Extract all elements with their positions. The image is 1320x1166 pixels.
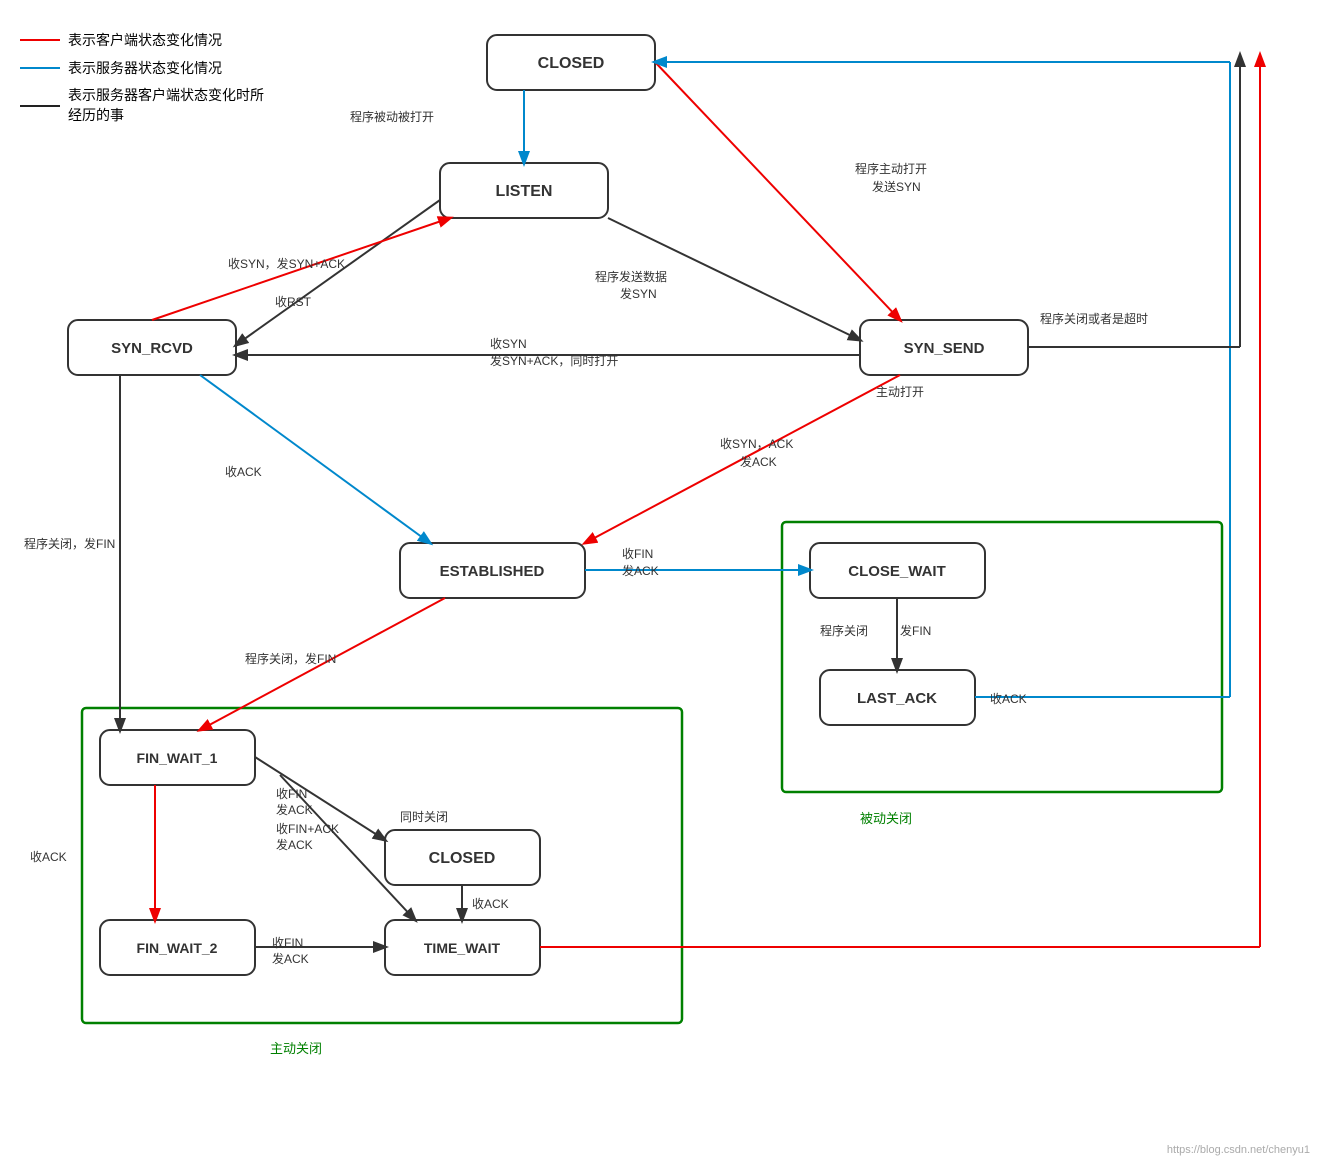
label-active-open: 程序主动打开 xyxy=(855,160,927,177)
label-simul-close: 同时关闭 xyxy=(400,808,448,825)
label-send-ack2: 发ACK xyxy=(622,562,659,579)
label-send-syn: 发送SYN xyxy=(872,178,921,195)
label-fin1-fin: 收FIN xyxy=(276,785,307,802)
label-fin-ack2: 发ACK xyxy=(276,836,313,853)
diagram-container: 表示客户端状态变化情况 表示服务器状态变化情况 表示服务器客户端状态变化时所经历… xyxy=(0,0,1320,1166)
watermark: https://blog.csdn.net/chenyu1 xyxy=(1167,1144,1310,1156)
label-send-ack: 发ACK xyxy=(740,453,777,470)
label-rcvd-ack: 收ACK xyxy=(225,463,262,480)
label-prog-close-fin: 程序关闭 xyxy=(820,622,868,639)
svg-text:CLOSED: CLOSED xyxy=(538,55,605,72)
svg-text:FIN_WAIT_2: FIN_WAIT_2 xyxy=(137,940,218,956)
label-syn-rcvd-fin: 程序关闭，发FIN xyxy=(24,535,115,552)
label-syn-ack-simul: 发SYN+ACK，同时打开 xyxy=(490,352,618,369)
label-syn-simultaneous: 收SYN xyxy=(490,335,527,352)
svg-text:LAST_ACK: LAST_ACK xyxy=(857,690,937,707)
svg-text:CLOSE_WAIT: CLOSE_WAIT xyxy=(848,563,946,580)
label-passive-close: 被动关闭 xyxy=(860,808,912,827)
label-fin2-fin: 收FIN xyxy=(272,934,303,951)
label-send-fin-cw: 发FIN xyxy=(900,622,931,639)
label-rst: 收RST xyxy=(275,293,311,310)
label-fin2-ack: 发ACK xyxy=(272,950,309,967)
label-fin1-ack2: 发ACK xyxy=(276,801,313,818)
label-last-ack-recv: 收ACK xyxy=(990,690,1027,707)
label-syn-rcvd-from-listen: 收SYN，发SYN+ACK xyxy=(228,255,345,272)
label-active-close: 主动关闭 xyxy=(270,1038,322,1057)
svg-text:ESTABLISHED: ESTABLISHED xyxy=(440,563,545,580)
label-syn-ack-recv: 收SYN，ACK xyxy=(720,435,793,452)
svg-text:TIME_WAIT: TIME_WAIT xyxy=(424,940,501,956)
label-active-open2: 主动打开 xyxy=(876,383,924,400)
label-fin1-ack: 收ACK xyxy=(30,848,67,865)
svg-text:FIN_WAIT_1: FIN_WAIT_1 xyxy=(137,750,218,766)
svg-text:SYN_SEND: SYN_SEND xyxy=(904,340,985,357)
label-passive-open: 程序被动被打开 xyxy=(350,108,434,125)
label-prog-send-data: 程序发送数据 xyxy=(595,268,667,285)
svg-text:SYN_RCVD: SYN_RCVD xyxy=(111,340,193,357)
label-fin-ack-finwait: 收FIN+ACK xyxy=(276,820,339,837)
svg-text:CLOSED: CLOSED xyxy=(429,850,496,867)
svg-text:LISTEN: LISTEN xyxy=(496,183,553,200)
label-send-syn2: 发SYN xyxy=(620,285,657,302)
label-close-timeout: 程序关闭或者是超时 xyxy=(1040,310,1148,327)
label-closed-ack: 收ACK xyxy=(472,895,509,912)
label-estab-fin: 程序关闭，发FIN xyxy=(245,650,336,667)
diagram-svg: CLOSED LISTEN SYN_RCVD SYN_SEND ESTABLIS… xyxy=(0,0,1320,1166)
label-fin-ack-recv: 收FIN xyxy=(622,545,653,562)
